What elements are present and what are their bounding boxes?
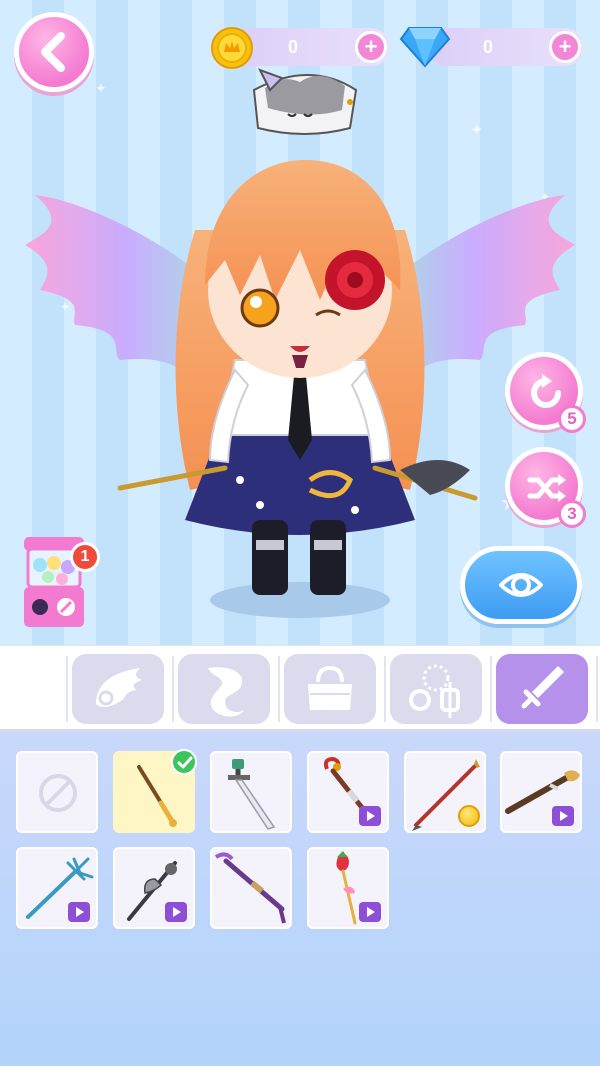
item-halberd[interactable] bbox=[113, 847, 195, 929]
item-brush-staff[interactable] bbox=[500, 751, 582, 833]
eye-icon bbox=[499, 573, 543, 597]
item-none[interactable] bbox=[16, 751, 98, 833]
tail-icon bbox=[208, 667, 244, 717]
item-sword[interactable] bbox=[210, 751, 292, 833]
video-ad-icon bbox=[359, 902, 381, 922]
tab-divider bbox=[596, 656, 598, 722]
tab-jewelry[interactable] bbox=[390, 654, 482, 724]
item-strawberry-wand[interactable] bbox=[307, 847, 389, 929]
wing-icon bbox=[96, 668, 142, 707]
tab-wings[interactable] bbox=[72, 654, 164, 724]
video-ad-icon bbox=[68, 902, 90, 922]
selected-check-icon bbox=[171, 749, 197, 775]
randomize-button[interactable]: 3 bbox=[505, 447, 586, 528]
item-scythe[interactable] bbox=[210, 847, 292, 929]
tab-bags[interactable] bbox=[284, 654, 376, 724]
preview-button[interactable] bbox=[460, 546, 582, 624]
tab-weapons[interactable] bbox=[496, 654, 588, 724]
undo-count: 5 bbox=[558, 405, 586, 433]
item-wand[interactable] bbox=[113, 749, 197, 833]
character-stage: ✦ ✦ ✦ ✦ ★ ★ 0 + 0 + bbox=[0, 0, 600, 645]
gacha-count-badge: 1 bbox=[70, 542, 100, 572]
tab-divider bbox=[278, 656, 280, 722]
tab-divider bbox=[172, 656, 174, 722]
tab-divider bbox=[66, 656, 68, 722]
item-red-spear[interactable] bbox=[404, 751, 486, 833]
scythe-icon bbox=[214, 852, 286, 924]
jewelry-icon bbox=[409, 664, 460, 718]
category-bar bbox=[0, 645, 600, 731]
undo-button[interactable]: 5 bbox=[505, 352, 586, 433]
sword-icon bbox=[521, 666, 564, 709]
sword-icon bbox=[228, 759, 276, 830]
tab-divider bbox=[384, 656, 386, 722]
items-panel bbox=[0, 731, 600, 1066]
cat-hat bbox=[252, 68, 358, 135]
none-icon bbox=[39, 774, 77, 812]
video-ad-icon bbox=[552, 806, 574, 826]
video-ad-icon bbox=[165, 902, 187, 922]
randomize-count: 3 bbox=[558, 500, 586, 528]
coin-icon bbox=[458, 805, 480, 827]
item-trident[interactable] bbox=[16, 847, 98, 929]
tab-divider bbox=[490, 656, 492, 722]
item-hook-staff[interactable] bbox=[307, 751, 389, 833]
video-ad-icon bbox=[359, 806, 381, 826]
handbag-icon bbox=[308, 665, 352, 710]
tab-tail[interactable] bbox=[178, 654, 270, 724]
avatar-character bbox=[25, 68, 575, 618]
